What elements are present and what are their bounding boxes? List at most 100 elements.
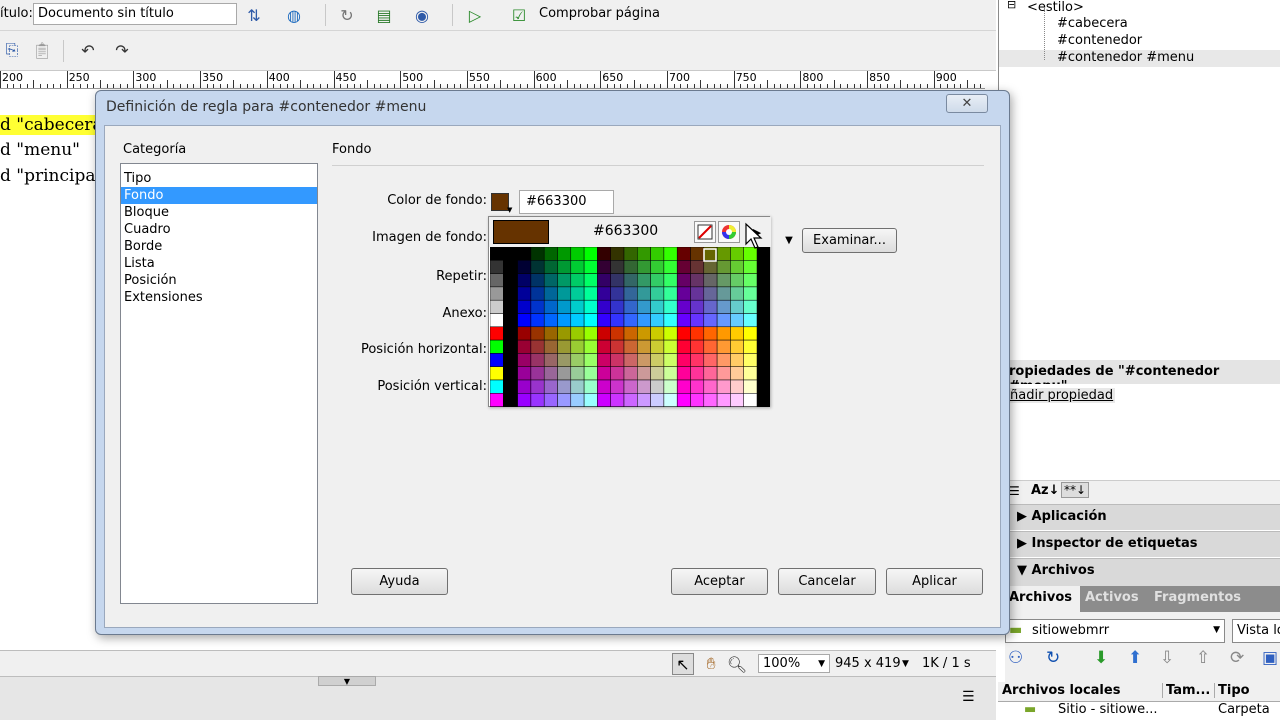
color-swatch[interactable] <box>663 299 678 314</box>
color-swatch[interactable] <box>637 313 651 328</box>
color-swatch[interactable] <box>490 273 504 288</box>
color-swatch[interactable] <box>503 286 517 301</box>
color-swatch[interactable] <box>690 379 705 394</box>
category-item[interactable]: Borde <box>121 238 317 255</box>
color-swatch[interactable] <box>730 286 744 301</box>
color-swatch[interactable] <box>530 393 545 407</box>
color-swatch[interactable] <box>503 366 517 381</box>
color-swatch[interactable] <box>517 339 532 354</box>
color-swatch[interactable] <box>743 313 758 328</box>
color-swatch[interactable] <box>716 313 731 328</box>
color-swatch[interactable] <box>530 273 545 288</box>
color-swatch[interactable] <box>637 247 651 261</box>
color-swatch[interactable] <box>650 299 665 314</box>
color-swatch[interactable] <box>517 353 532 367</box>
panel-files[interactable]: ▼ Archivos <box>1005 558 1280 586</box>
color-swatch[interactable] <box>597 366 611 381</box>
color-swatch[interactable] <box>716 326 731 341</box>
color-swatch[interactable] <box>703 299 718 314</box>
file-row[interactable]: ▬ Sitio - sitiowe... Carpeta <box>998 702 1280 720</box>
color-swatch[interactable] <box>610 379 625 394</box>
tab-files[interactable]: Archivos <box>1005 586 1081 612</box>
color-swatch[interactable] <box>530 353 545 367</box>
color-swatch[interactable] <box>716 339 731 354</box>
hand-tool-icon[interactable]: ✋︎ <box>700 653 722 675</box>
color-swatch[interactable] <box>690 273 705 288</box>
color-swatch[interactable] <box>530 379 545 394</box>
color-swatch[interactable] <box>543 247 558 261</box>
color-swatch[interactable] <box>676 393 691 407</box>
color-swatch[interactable] <box>570 326 585 341</box>
put-files-icon[interactable]: ⬆ <box>1128 648 1142 668</box>
color-swatch[interactable] <box>623 326 638 341</box>
color-swatch[interactable] <box>517 273 532 288</box>
color-swatch[interactable] <box>543 393 558 407</box>
color-swatch[interactable] <box>650 366 665 381</box>
color-swatch[interactable] <box>570 366 585 381</box>
color-swatch[interactable] <box>490 247 504 261</box>
check-page-icon[interactable]: ☑ <box>507 4 531 26</box>
color-swatch[interactable] <box>623 313 638 328</box>
view-options-icon[interactable]: ▤ <box>372 4 396 26</box>
category-item[interactable]: Cuadro <box>121 221 317 238</box>
color-swatch[interactable] <box>597 299 611 314</box>
color-swatch[interactable] <box>650 273 665 288</box>
color-swatch[interactable] <box>623 353 638 367</box>
div-principal-text[interactable]: d "principal" <box>0 166 109 186</box>
category-item[interactable]: Bloque <box>121 204 317 221</box>
color-swatch[interactable] <box>690 366 705 381</box>
expand-panel-icon[interactable]: ▣ <box>1262 648 1278 668</box>
check-in-icon[interactable]: ⇧ <box>1196 648 1210 668</box>
color-swatch[interactable] <box>503 247 517 261</box>
color-swatch[interactable] <box>637 286 651 301</box>
color-swatch[interactable] <box>730 339 744 354</box>
tree-item-contenedor-menu[interactable]: #contenedor #menu <box>1057 50 1194 65</box>
color-swatch[interactable] <box>530 366 545 381</box>
color-swatch[interactable] <box>570 393 585 407</box>
color-swatch[interactable] <box>663 313 678 328</box>
color-swatch[interactable] <box>676 379 691 394</box>
color-swatch[interactable] <box>730 273 744 288</box>
refresh-files-icon[interactable]: ↻ <box>1046 648 1060 668</box>
color-swatch[interactable] <box>690 353 705 367</box>
color-swatch-grid[interactable] <box>490 247 770 407</box>
color-swatch[interactable] <box>676 299 691 314</box>
bg-image-dropdown[interactable]: ▼ <box>777 229 801 251</box>
color-swatch[interactable] <box>743 273 758 288</box>
color-swatch[interactable] <box>690 299 705 314</box>
cancel-button[interactable]: Cancelar <box>778 568 876 595</box>
color-swatch[interactable] <box>703 393 718 407</box>
color-swatch[interactable] <box>610 326 625 341</box>
color-swatch[interactable] <box>530 313 545 328</box>
color-swatch[interactable] <box>543 366 558 381</box>
color-swatch[interactable] <box>703 353 718 367</box>
color-swatch[interactable] <box>530 286 545 301</box>
color-swatch[interactable] <box>583 273 598 288</box>
color-swatch[interactable] <box>543 379 558 394</box>
color-swatch[interactable] <box>503 273 517 288</box>
color-swatch[interactable] <box>703 366 718 381</box>
color-swatch[interactable] <box>530 260 545 274</box>
validate-markup-icon[interactable]: ▷ <box>463 4 487 26</box>
color-swatch[interactable] <box>503 299 517 314</box>
category-item[interactable]: Posición <box>121 272 317 289</box>
color-swatch[interactable] <box>650 379 665 394</box>
alpha-sort-icon[interactable]: Az↓ <box>1031 483 1060 498</box>
color-swatch[interactable] <box>703 313 718 328</box>
color-swatch[interactable] <box>730 247 744 261</box>
color-swatch[interactable] <box>583 326 598 341</box>
color-swatch[interactable] <box>570 339 585 354</box>
color-swatch[interactable] <box>730 379 744 394</box>
category-item[interactable]: Lista <box>121 255 317 272</box>
color-swatch[interactable] <box>597 247 611 261</box>
color-swatch[interactable] <box>730 353 744 367</box>
color-swatch[interactable] <box>517 286 532 301</box>
color-swatch[interactable] <box>703 326 718 341</box>
tree-item-contenedor[interactable]: #contenedor <box>1057 33 1142 48</box>
color-swatch[interactable] <box>716 393 731 407</box>
color-swatch[interactable] <box>517 326 532 341</box>
color-swatch[interactable] <box>597 379 611 394</box>
color-swatch[interactable] <box>597 339 611 354</box>
refresh-icon[interactable]: ↻ <box>335 4 359 26</box>
panel-tag-inspector[interactable]: ▶ Inspector de etiquetas <box>1005 531 1280 557</box>
